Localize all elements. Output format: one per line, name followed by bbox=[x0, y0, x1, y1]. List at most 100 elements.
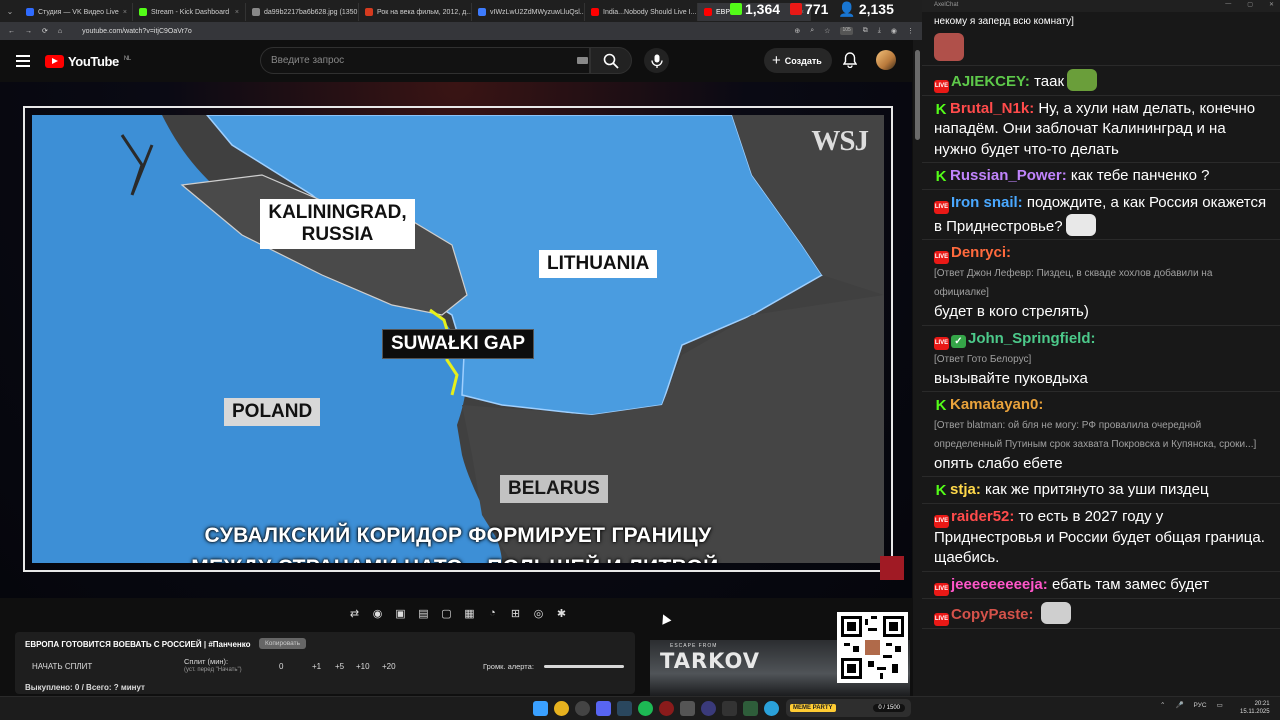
windows-start-icon[interactable] bbox=[533, 701, 548, 716]
extension-badge[interactable]: 105 bbox=[840, 27, 853, 35]
kick-icon bbox=[730, 3, 742, 15]
browser-tab[interactable]: Студия — VK Видео Live × bbox=[20, 3, 133, 21]
obs-icon[interactable] bbox=[575, 701, 590, 716]
search-button[interactable] bbox=[590, 47, 632, 74]
tray-arrow-icon[interactable]: ⌃ bbox=[1160, 701, 1165, 709]
channel-badge bbox=[880, 556, 904, 580]
loop-icon[interactable]: ⇄ bbox=[345, 605, 364, 621]
tab-list-button[interactable]: ⌄ bbox=[0, 7, 20, 16]
tab-close-icon[interactable]: × bbox=[123, 9, 127, 16]
chat-username[interactable]: Kamatayan0: bbox=[950, 396, 1043, 413]
picture-icon[interactable]: ▢ bbox=[437, 605, 456, 621]
chat-window: AxelChat — ▢ ✕ некому я заперд всю комнату… bbox=[922, 0, 1280, 696]
kick-badge-icon: K bbox=[935, 397, 947, 414]
downloads-icon[interactable]: ⤓ bbox=[878, 27, 881, 35]
profile-icon[interactable]: ◉ bbox=[891, 27, 897, 35]
extensions-icon[interactable]: ⧉ bbox=[863, 27, 868, 35]
add-20-button[interactable]: +20 bbox=[382, 662, 396, 671]
discord-icon[interactable] bbox=[596, 701, 611, 716]
vk-live-badge-icon: LIVE bbox=[934, 79, 949, 93]
browser-tab[interactable]: Рок на века фильм, 2012, д...× bbox=[359, 3, 472, 21]
speed-icon[interactable]: ◔ bbox=[483, 605, 502, 621]
minimize-icon[interactable]: — bbox=[1225, 1, 1231, 8]
browser-tab[interactable]: India...Nobody Should Live I...× bbox=[585, 3, 698, 21]
create-button[interactable]: + Создать bbox=[764, 48, 832, 73]
checkmark-badge-icon: ✓ bbox=[951, 334, 966, 348]
app-icon-11[interactable] bbox=[743, 701, 758, 716]
alert-volume-slider[interactable] bbox=[544, 665, 624, 668]
chat-message: LIVE Iron snail: подождите, а как Россия … bbox=[922, 190, 1280, 240]
add-5-button[interactable]: +5 bbox=[335, 662, 344, 671]
language-indicator[interactable]: РУС bbox=[1194, 702, 1207, 709]
grid-icon[interactable]: ▦ bbox=[460, 605, 479, 621]
chat-username[interactable]: Iron snail: bbox=[951, 194, 1023, 211]
chat-message: LIVE Denryci: [Ответ Джон Лефевр: Пиздец,… bbox=[922, 240, 1280, 326]
page-scrollbar[interactable] bbox=[913, 40, 922, 696]
clapper-icon[interactable]: ▤ bbox=[414, 605, 433, 621]
copy-button[interactable]: Копировать bbox=[259, 638, 306, 649]
add-clip-icon[interactable]: ⊞ bbox=[506, 605, 525, 621]
tab-close-icon[interactable]: × bbox=[235, 9, 239, 16]
reload-icon[interactable]: ⟳ bbox=[42, 27, 48, 35]
video-player[interactable]: KALININGRAD, RUSSIA LITHUANIA SUWAŁKI GA… bbox=[0, 82, 912, 598]
back-icon[interactable]: ← bbox=[8, 28, 15, 35]
chat-username[interactable]: John_Springfield: bbox=[968, 330, 1096, 347]
browser-tab[interactable]: Stream - Kick Dashboard × bbox=[133, 3, 246, 21]
app-icon-9[interactable] bbox=[701, 701, 716, 716]
search-input[interactable]: Введите запрос bbox=[260, 47, 590, 74]
tab-favicon-icon bbox=[591, 8, 599, 16]
zoom-icon[interactable]: ⌕ bbox=[810, 27, 814, 35]
app-icon-10[interactable] bbox=[722, 701, 737, 716]
chrome-icon[interactable] bbox=[554, 701, 569, 716]
player-controls: ⇄ ◉ ▣ ▤ ▢ ▦ ◔ ⊞ ◎ ✱ bbox=[345, 603, 571, 623]
home-icon[interactable]: ⌂ bbox=[58, 28, 62, 35]
spotify-icon[interactable] bbox=[638, 701, 653, 716]
chat-username[interactable]: stja: bbox=[950, 481, 981, 498]
settings-gear-icon[interactable]: ✱ bbox=[552, 605, 571, 621]
tab-title: India...Nobody Should Live I... bbox=[603, 8, 697, 16]
telegram-icon[interactable] bbox=[764, 701, 779, 716]
hamburger-menu-icon[interactable] bbox=[16, 55, 30, 67]
split-value[interactable]: 0 bbox=[279, 662, 283, 671]
url-field[interactable]: youtube.com/watch?v=itjC9OaVr7o bbox=[82, 28, 192, 35]
browser-tab[interactable]: vIWzLwU2ZdMWyzuwLluQsl...× bbox=[472, 3, 585, 21]
menu-icon[interactable]: ⋮ bbox=[907, 27, 914, 35]
add-1-button[interactable]: +1 bbox=[312, 662, 321, 671]
browser-tab[interactable]: da99b2217ba6b628.jpg (1350...× bbox=[246, 3, 359, 21]
screenshot-icon[interactable]: ◎ bbox=[529, 605, 548, 621]
chat-text: таак bbox=[1034, 72, 1065, 90]
broadcast-icon[interactable]: ◉ bbox=[368, 605, 387, 621]
close-icon[interactable]: ✕ bbox=[1269, 1, 1274, 8]
install-icon[interactable]: ⊕ bbox=[794, 27, 800, 35]
voice-search-button[interactable] bbox=[644, 48, 669, 73]
lithuania-label: LITHUANIA bbox=[539, 250, 658, 278]
vk-live-badge-icon: LIVE bbox=[934, 336, 949, 350]
network-icon[interactable]: ▭ bbox=[1217, 701, 1223, 709]
app-icon-8[interactable] bbox=[680, 701, 695, 716]
add-10-button[interactable]: +10 bbox=[356, 662, 370, 671]
keyboard-icon[interactable] bbox=[577, 57, 588, 64]
chat-username[interactable]: AJIEKCEY: bbox=[951, 73, 1030, 90]
chat-username[interactable]: raider52: bbox=[951, 508, 1014, 525]
chat-username[interactable]: Russian_Power: bbox=[950, 167, 1067, 184]
video-title: ЕВРОПА ГОТОВИТСЯ ВОЕВАТЬ С РОССИЕЙ | #Па… bbox=[25, 640, 251, 649]
app-icon-7[interactable] bbox=[659, 701, 674, 716]
chat-username[interactable]: Denryci: bbox=[951, 244, 1011, 261]
bookmark-star-icon[interactable]: ☆ bbox=[824, 27, 830, 35]
account-avatar[interactable] bbox=[876, 50, 896, 70]
steam-icon[interactable] bbox=[617, 701, 632, 716]
tray-mic-icon[interactable]: 🎤 bbox=[1175, 701, 1183, 709]
notifications-bell-icon[interactable] bbox=[843, 52, 857, 68]
kick-badge-icon: K bbox=[935, 100, 947, 118]
youtube-logo[interactable]: YouTube NL bbox=[45, 54, 131, 69]
chat-username[interactable]: jeeeeeeeeeja: bbox=[951, 576, 1048, 593]
forward-icon[interactable]: → bbox=[25, 28, 32, 35]
screencast-icon[interactable]: ▣ bbox=[391, 605, 410, 621]
meme-party-widget[interactable]: MEME PARTY 0 / 1500 bbox=[786, 699, 911, 717]
system-clock[interactable]: 20:21 15.11.2025 bbox=[1240, 700, 1270, 716]
maximize-icon[interactable]: ▢ bbox=[1247, 1, 1253, 8]
chat-text: вызывайте пуковдыха bbox=[934, 369, 1088, 387]
chat-username[interactable]: CopyPaste: bbox=[951, 606, 1034, 623]
start-split-button[interactable]: НАЧАТЬ СПЛИТ bbox=[32, 662, 92, 671]
chat-username[interactable]: Brutal_N1k: bbox=[950, 100, 1034, 117]
